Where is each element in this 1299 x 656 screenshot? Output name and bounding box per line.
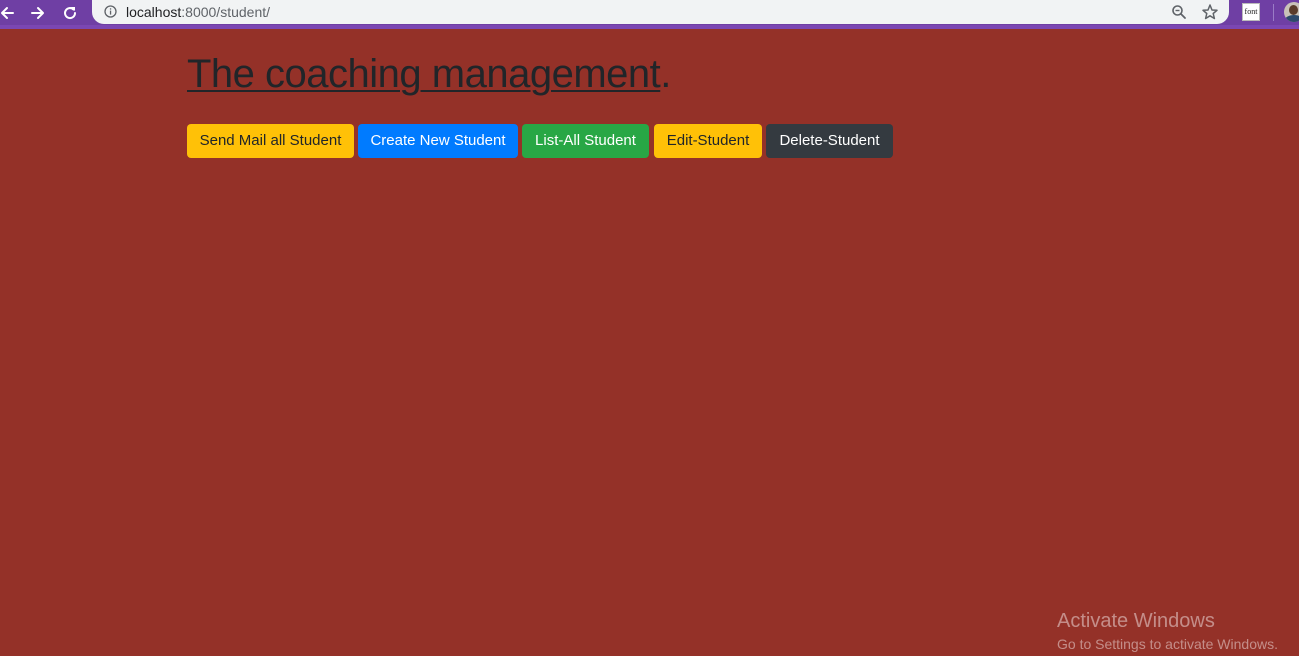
back-button[interactable] xyxy=(0,0,20,25)
profile-avatar[interactable] xyxy=(1284,2,1299,22)
avatar-shoulders xyxy=(1285,15,1299,22)
reload-icon xyxy=(64,6,77,19)
windows-activation-watermark: Activate Windows Go to Settings to activ… xyxy=(1057,609,1278,654)
page-title-suffix: . xyxy=(660,52,671,96)
create-new-student-button[interactable]: Create New Student xyxy=(358,124,518,158)
page-title: The coaching management. xyxy=(187,50,671,98)
edit-student-button[interactable]: Edit-Student xyxy=(654,124,762,158)
list-all-student-button[interactable]: List-All Student xyxy=(522,124,649,158)
arrow-right-icon xyxy=(31,6,44,19)
send-mail-all-student-button[interactable]: Send Mail all Student xyxy=(187,124,354,158)
info-icon[interactable] xyxy=(104,5,117,18)
toolbar-divider xyxy=(1273,4,1274,21)
address-bar[interactable]: localhost:8000/student/ xyxy=(92,0,1229,24)
reload-button[interactable] xyxy=(57,0,83,25)
delete-student-button[interactable]: Delete-Student xyxy=(766,124,893,158)
url-path: :8000/student/ xyxy=(181,4,271,20)
star-icon[interactable] xyxy=(1201,3,1219,21)
browser-toolbar: localhost:8000/student/ font xyxy=(0,0,1299,29)
url-text[interactable]: localhost:8000/student/ xyxy=(126,4,270,20)
watermark-subtitle: Go to Settings to activate Windows. xyxy=(1057,636,1278,652)
url-host: localhost xyxy=(126,4,182,20)
page-title-link[interactable]: The coaching management xyxy=(187,52,661,96)
watermark-title: Activate Windows xyxy=(1057,610,1215,632)
zoom-icon[interactable] xyxy=(1171,4,1187,20)
arrow-left-icon xyxy=(1,6,14,19)
font-extension-button[interactable]: font xyxy=(1242,3,1260,21)
avatar-head xyxy=(1289,5,1298,15)
forward-button[interactable] xyxy=(25,0,51,25)
